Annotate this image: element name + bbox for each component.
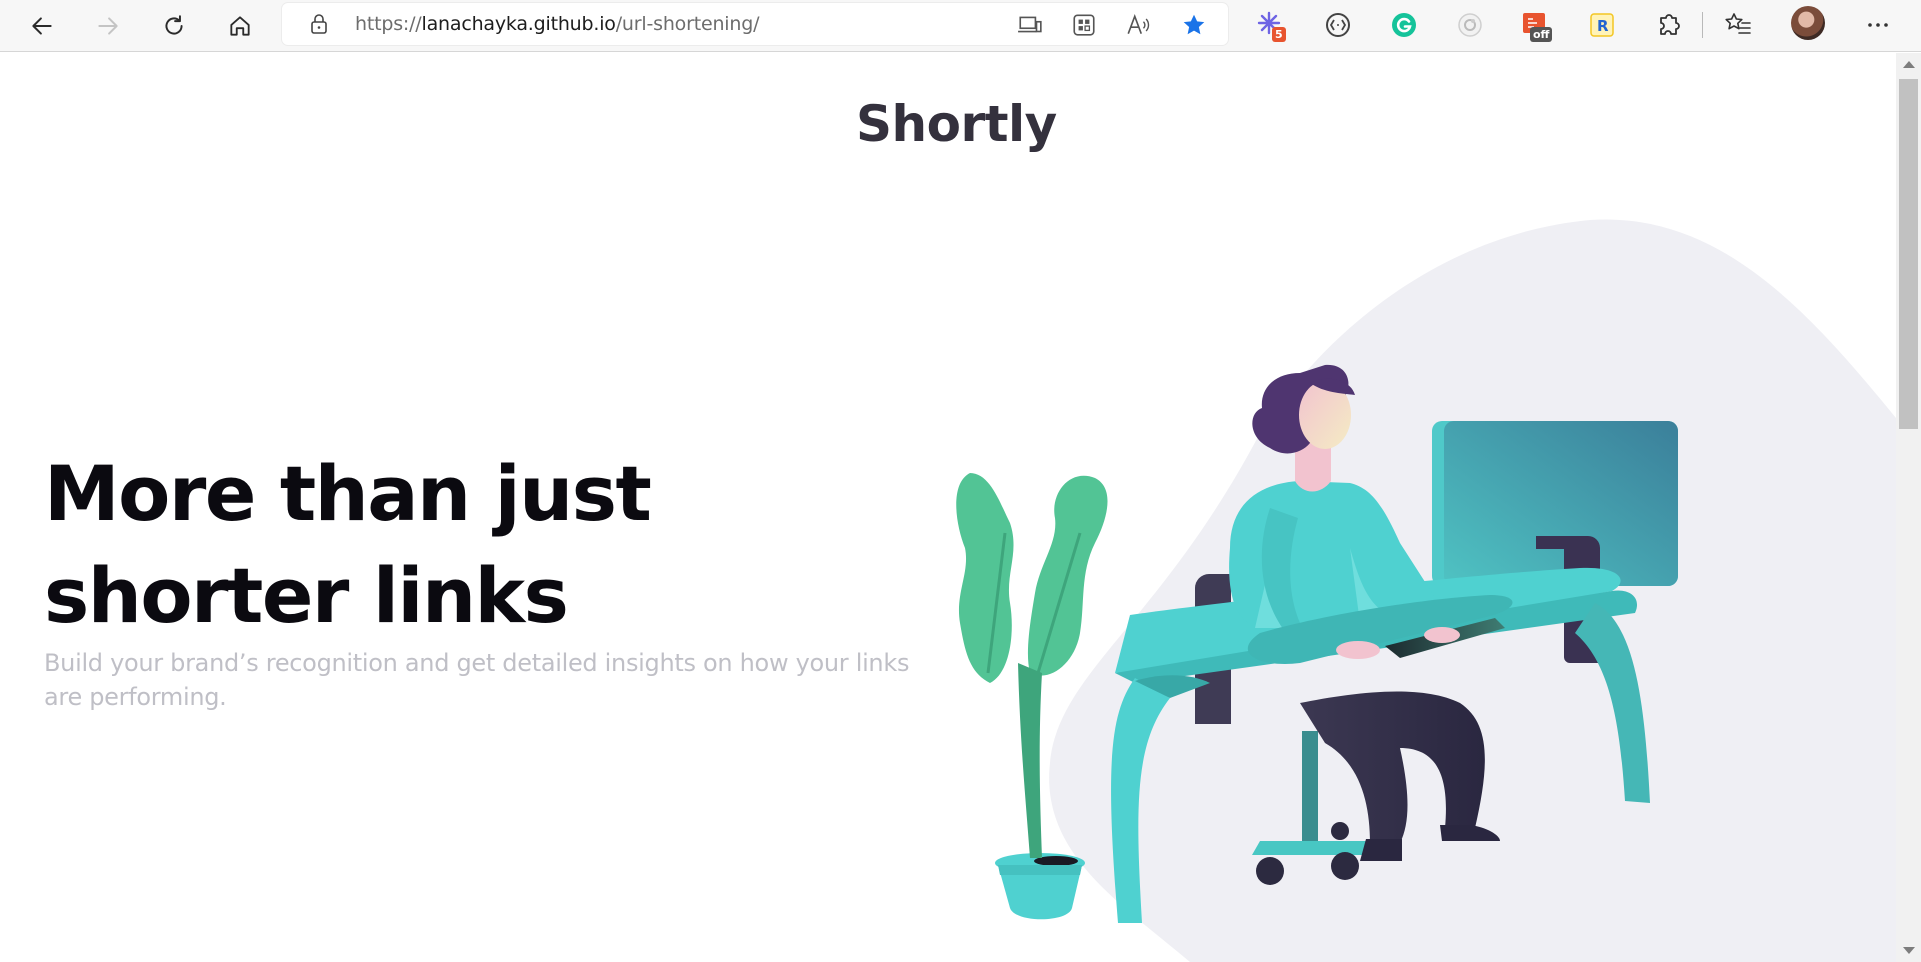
puzzle-piece-icon xyxy=(1660,14,1680,35)
code-extension-icon xyxy=(1326,13,1350,37)
svg-text:R: R xyxy=(1597,17,1609,35)
favorites-button[interactable] xyxy=(1722,9,1754,41)
scroll-up-arrow[interactable] xyxy=(1903,61,1915,68)
extensions-button[interactable] xyxy=(1652,9,1684,41)
vertical-scrollbar[interactable] xyxy=(1896,53,1921,962)
forward-arrow-icon xyxy=(98,17,118,35)
chair-legs xyxy=(1252,841,1378,855)
url-text[interactable]: https://lanachayka.github.io/url-shorten… xyxy=(355,13,759,35)
more-options-button[interactable] xyxy=(1862,9,1894,41)
chair-wheel-right xyxy=(1331,852,1359,880)
hero-headline: More than just shorter links xyxy=(44,449,652,640)
hand-right xyxy=(1424,627,1460,643)
working-person-illustration xyxy=(956,219,1896,962)
page-content: Shortly More than just shorter links Bui… xyxy=(0,53,1896,962)
code-extension-button[interactable] xyxy=(1322,9,1354,41)
record-extension-button[interactable] xyxy=(1454,9,1486,41)
more-options-icon xyxy=(1868,23,1888,27)
monitor-screen xyxy=(1444,421,1678,586)
toolbar-separator xyxy=(1702,12,1703,38)
url-host: lanachayka.github.io xyxy=(421,13,616,35)
off-badge: off xyxy=(1530,27,1553,42)
back-arrow-icon xyxy=(32,17,52,35)
plant-leaf-left xyxy=(956,473,1014,683)
url-path: /url-shortening/ xyxy=(615,13,760,35)
lock-icon[interactable] xyxy=(307,12,331,36)
record-extension-icon xyxy=(1458,13,1482,37)
tracker-extension-button[interactable]: 5 xyxy=(1255,9,1287,42)
profile-avatar[interactable] xyxy=(1791,6,1825,40)
forward-button[interactable] xyxy=(88,6,128,46)
site-logo[interactable]: Shortly xyxy=(856,95,1057,153)
tracker-badge: 5 xyxy=(1272,27,1286,42)
home-icon xyxy=(230,16,250,36)
chair-post xyxy=(1302,731,1318,851)
favorite-star-icon[interactable] xyxy=(1181,12,1207,38)
chair-wheel-left xyxy=(1256,857,1284,885)
home-button[interactable] xyxy=(220,6,260,46)
grammarly-icon xyxy=(1392,13,1416,37)
url-prefix: https:// xyxy=(355,13,422,35)
r-extension-icon: R xyxy=(1590,13,1614,37)
scroll-thumb[interactable] xyxy=(1899,79,1918,429)
browser-toolbar: https://lanachayka.github.io/url-shorten… xyxy=(0,0,1921,52)
back-button[interactable] xyxy=(22,6,62,46)
refresh-icon xyxy=(165,15,183,35)
scroll-down-arrow[interactable] xyxy=(1903,947,1915,954)
grammarly-extension-button[interactable] xyxy=(1388,9,1420,41)
r-extension-button[interactable]: R xyxy=(1586,9,1618,41)
off-extension-button[interactable]: off xyxy=(1520,9,1553,42)
app-available-icon[interactable] xyxy=(1017,12,1043,38)
read-aloud-icon[interactable] xyxy=(1125,12,1151,38)
collections-grid-icon[interactable] xyxy=(1071,12,1097,38)
favorites-list-icon xyxy=(1725,13,1751,34)
shoe-left xyxy=(1360,839,1402,861)
hand-left xyxy=(1336,641,1380,659)
hero-subtext: Build your brand’s recognition and get d… xyxy=(44,649,910,711)
address-bar[interactable]: https://lanachayka.github.io/url-shorten… xyxy=(282,3,1228,45)
refresh-button[interactable] xyxy=(154,6,194,46)
